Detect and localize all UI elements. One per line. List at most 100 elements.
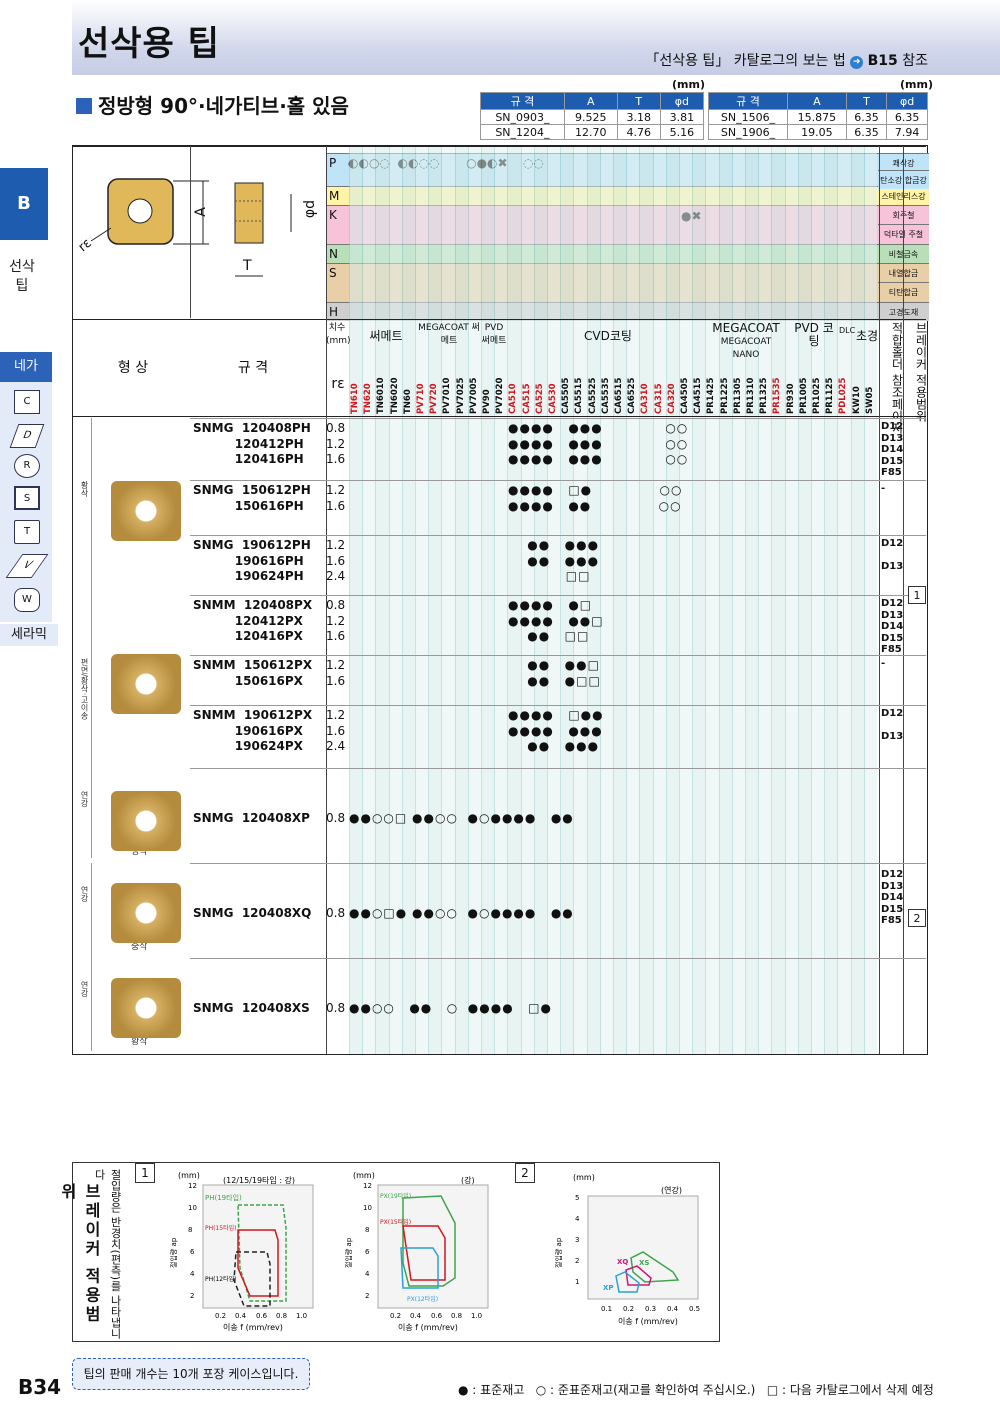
- table-row-stock: ●●●● □● ○○ ●●●● ●● ○○: [508, 483, 683, 513]
- breaker-ref-box[interactable]: 1: [908, 586, 926, 604]
- row-divider: [73, 146, 926, 147]
- holder-ref[interactable]: D12 D13: [881, 708, 903, 743]
- col-cvd: CVD코팅: [584, 329, 632, 343]
- holder-ref[interactable]: D12 D13 D14 D15 F85: [881, 598, 903, 656]
- grade-column: [758, 146, 772, 1054]
- side-nega-tab[interactable]: 네가: [0, 352, 52, 382]
- material-code: S: [329, 266, 337, 280]
- holder-ref[interactable]: D12 D13 D14 D15 F85: [881, 421, 903, 479]
- grade-column: [626, 146, 640, 1054]
- table-row-stock: ●●●● □●● ●●●● ●●● ●● ●●●: [508, 708, 604, 753]
- unit-right: (mm): [900, 78, 933, 91]
- arrow-right-icon: ➜: [850, 56, 864, 69]
- breaker-ref-box[interactable]: 2: [908, 909, 926, 927]
- row-line: [190, 655, 926, 656]
- table-row-spec: SNMG 190612PH 190616PH 190624PH: [193, 538, 311, 583]
- table-row-stock: ●●○□● ●●○○ ●○●●●● ●●: [349, 906, 574, 920]
- ref-page[interactable]: B15: [868, 53, 898, 69]
- svg-text:0.3: 0.3: [645, 1305, 656, 1313]
- chart2-yticks: 12 10 8 6 4 2: [363, 1182, 372, 1300]
- svg-text:8: 8: [188, 1226, 192, 1234]
- chart1-ylabel: 절입량 ap: [170, 1237, 178, 1268]
- grade-label: KW10: [851, 386, 862, 414]
- category-divider: [91, 958, 92, 1051]
- category-divider: [91, 418, 92, 858]
- catalog-ref-text: 「선삭용 팁」 카탈로그의 보는 법: [645, 53, 846, 69]
- grade-label: PR1325: [759, 377, 770, 414]
- insert-diagram: [90, 178, 292, 277]
- shape-t-icon[interactable]: T: [14, 520, 40, 544]
- spec-cell: 4.76: [616, 124, 661, 140]
- side-category: 선삭팁: [9, 259, 35, 294]
- catalog-reference[interactable]: 「선삭용 팁」 카탈로그의 보는 법 ➜ B15 참조: [645, 50, 928, 70]
- shape-c-icon[interactable]: C: [14, 390, 40, 414]
- grade-column: [811, 146, 825, 1054]
- col-dims: 치수(mm): [326, 323, 351, 346]
- grade-column: [863, 146, 877, 1054]
- bullet-square-icon: [76, 98, 92, 114]
- chart-ph: (mm) (12/15/19타입 : 강) 12 10 8 6 4 2 0.2 0.4 …: [170, 1171, 314, 1332]
- col-cermet: 써메트: [369, 329, 403, 343]
- spec-header: φd: [886, 92, 928, 110]
- spec-cell: 19.05: [786, 124, 847, 140]
- chart1-num: 1: [135, 1163, 155, 1183]
- shape-v-icon[interactable]: V: [5, 554, 49, 578]
- breaker-chart-box: 브레이커 적용범위 절입량은 반경치(편측)를 나타냅니다 1 2 (mm) (…: [58, 1162, 720, 1342]
- holder-ref[interactable]: -: [881, 658, 885, 670]
- svg-text:0.4: 0.4: [667, 1305, 679, 1313]
- grade-column: [771, 146, 785, 1054]
- svg-text:4: 4: [365, 1270, 370, 1278]
- grade-label: CA5535: [600, 377, 611, 414]
- banner-margin: [0, 0, 72, 75]
- spec-header: 규 격: [708, 92, 788, 110]
- table-row-re: 1.2 1.6: [326, 658, 346, 688]
- grade-column: [784, 146, 798, 1054]
- grade-label: CA6525: [627, 377, 638, 414]
- shape-w-icon[interactable]: W: [14, 588, 40, 612]
- row-category: 연강: [80, 981, 89, 997]
- chart1-subtitle: (12/15/19타입 : 강): [223, 1175, 295, 1185]
- label-px19: PX(19타입): [380, 1192, 411, 1200]
- shape-r-icon[interactable]: R: [14, 454, 40, 478]
- spec-table-right: 규 격 A Tφd SN_1506_ 15.875 6.35 6.35 SN_1906_ 19.…: [708, 92, 928, 140]
- side-ceramic[interactable]: 세라믹: [0, 624, 58, 646]
- label-xs: XS: [639, 1259, 649, 1267]
- table-row-re: 0.8: [326, 906, 346, 920]
- spec-cell: 6.35: [886, 109, 928, 125]
- page-title: 선삭용 팁: [78, 24, 220, 64]
- table-row-re: 1.2 1.6 2.4: [326, 538, 346, 583]
- row-category: 연강: [80, 886, 89, 902]
- grade-column: [850, 146, 864, 1054]
- table-row-re: 0.8: [326, 1001, 346, 1015]
- shape-d-icon[interactable]: D: [9, 424, 45, 448]
- holder-ref[interactable]: D12 D13: [881, 538, 903, 573]
- chart3-yticks: 5 4 3 2 1: [575, 1194, 580, 1286]
- breaker-title: 브레이커 적용범위: [58, 1183, 101, 1325]
- table-row-spec: SNMM 150612PX 150616PX: [193, 658, 313, 688]
- grade-column: [613, 146, 627, 1054]
- holder-ref[interactable]: -: [881, 483, 885, 495]
- holder-ref[interactable]: D12 D13 D14 D15 F85: [881, 869, 903, 927]
- shape-icon-list: C D R S T V W: [0, 382, 52, 622]
- label-px15: PX(15타입): [380, 1218, 411, 1226]
- grade-column: [718, 146, 732, 1054]
- spec-cell: SN_1204_: [480, 124, 565, 140]
- shape-s-icon[interactable]: S: [14, 486, 40, 510]
- col-re: rε: [331, 376, 345, 392]
- section-tab-b[interactable]: B: [0, 168, 48, 240]
- chart3-xlabel: 이송 f (mm/rev): [618, 1316, 678, 1326]
- row-line: [190, 595, 926, 596]
- svg-text:0.4: 0.4: [410, 1312, 422, 1320]
- page-number: B34: [18, 1375, 62, 1399]
- table-row-stock: ●●○○ ●● ○ ●●●● □●: [349, 1001, 552, 1015]
- chart3-subtitle: (연강): [661, 1185, 682, 1195]
- table-row-re: 0.8 1.2 1.6: [326, 421, 346, 466]
- grade-label: PV90: [482, 389, 492, 414]
- material-code: K: [329, 208, 337, 222]
- section-subtitle: 정방형 90°·네가티브·홀 있음: [76, 90, 349, 119]
- table-row-stock: ●●○○□ ●●○○ ●○●●●● ●●: [349, 811, 574, 825]
- svg-text:0.2: 0.2: [623, 1305, 634, 1313]
- spec-cell: 15.875: [786, 109, 847, 125]
- spec-table-left: 규 격 A Tφd SN_0903_ 9.525 3.18 3.81 SN_1204_ 12.7…: [480, 92, 705, 140]
- chart3-xticks: 0.1 0.2 0.3 0.4 0.5: [601, 1305, 700, 1313]
